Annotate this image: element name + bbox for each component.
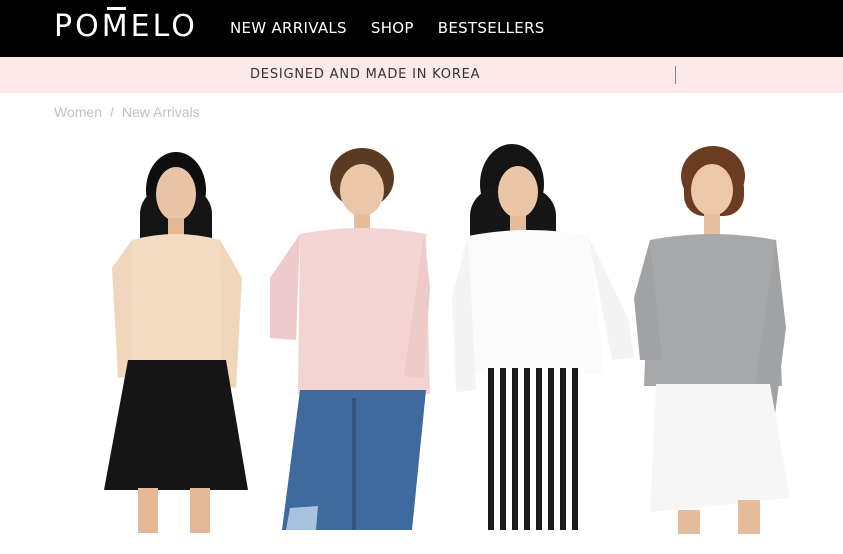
pomelo-logo[interactable]: POMELO: [54, 7, 198, 45]
model-2: [270, 148, 430, 530]
breadcrumb: Women / New Arrivals: [54, 103, 200, 121]
main-nav: NEW ARRIVALS SHOP BESTSELLERS: [230, 18, 545, 38]
promo-bar: DESIGNED AND MADE IN KOREA: [0, 57, 843, 93]
breadcrumb-separator: /: [109, 104, 114, 120]
model-1: [104, 152, 248, 533]
logo-text: POMELO: [54, 7, 198, 44]
nav-shop[interactable]: SHOP: [371, 18, 414, 38]
site-header: POMELO NEW ARRIVALS SHOP BESTSELLERS: [0, 0, 843, 57]
hero-models-illustration: [104, 144, 790, 534]
breadcrumb-new-arrivals[interactable]: New Arrivals: [122, 103, 200, 121]
promo-divider: [675, 66, 676, 84]
nav-bestsellers[interactable]: BESTSELLERS: [438, 18, 545, 38]
promo-text: DESIGNED AND MADE IN KOREA: [250, 67, 481, 82]
breadcrumb-women[interactable]: Women: [54, 103, 102, 121]
model-4: [634, 146, 790, 534]
hero-banner[interactable]: [0, 128, 843, 538]
nav-new-arrivals[interactable]: NEW ARRIVALS: [230, 18, 347, 38]
model-3: [452, 144, 634, 530]
